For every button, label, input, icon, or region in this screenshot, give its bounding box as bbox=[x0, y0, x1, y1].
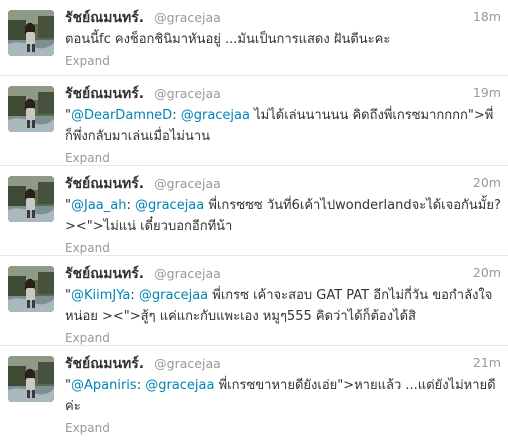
tweet-text: "@Jaa_ah: @gracejaa พี่เกรซซซ วันที่6เค้… bbox=[65, 195, 501, 237]
avatar[interactable] bbox=[8, 176, 54, 222]
tweet-header: รัชย์ณมนทร์. @gracejaa 18m bbox=[65, 8, 501, 26]
tweet-text-segment: : bbox=[130, 288, 139, 303]
tweet-text-segment: : bbox=[136, 378, 146, 393]
user-name[interactable]: รัชย์ณมนทร์. bbox=[65, 10, 144, 26]
expand-link[interactable]: Expand bbox=[65, 331, 110, 345]
tweet-text: "@DearDamneD: @gracejaa ไม่ได้เล่นนานนน … bbox=[65, 105, 501, 147]
expand-link[interactable]: Expand bbox=[65, 151, 110, 165]
tweet-content: รัชย์ณมนทร์. @gracejaa 21m "@Apaniris: @… bbox=[65, 354, 501, 436]
avatar[interactable] bbox=[8, 10, 54, 56]
mention-link[interactable]: @gracejaa bbox=[139, 288, 208, 303]
mention-link[interactable]: @KiimJYa bbox=[71, 288, 130, 303]
screen-name[interactable]: @gracejaa bbox=[154, 266, 221, 281]
timestamp[interactable]: 19m bbox=[473, 84, 501, 102]
tweet-header: รัชย์ณมนทร์. @gracejaa 20m bbox=[65, 174, 501, 192]
tweet-header: รัชย์ณมนทร์. @gracejaa 19m bbox=[65, 84, 501, 102]
screen-name[interactable]: @gracejaa bbox=[154, 10, 221, 25]
tweet-item[interactable]: รัชย์ณมนทร์. @gracejaa 20m "@Jaa_ah: @gr… bbox=[0, 166, 508, 256]
tweet-header: รัชย์ณมนทร์. @gracejaa 21m bbox=[65, 354, 501, 372]
tweet-text-segment: : bbox=[126, 198, 135, 213]
tweet-timeline: รัชย์ณมนทร์. @gracejaa 18m ตอนนี้fc คงช็… bbox=[0, 0, 508, 440]
screen-name[interactable]: @gracejaa bbox=[154, 86, 221, 101]
expand-link[interactable]: Expand bbox=[65, 54, 110, 68]
avatar[interactable] bbox=[8, 86, 54, 132]
tweet-item[interactable]: รัชย์ณมนทร์. @gracejaa 20m "@KiimJYa: @g… bbox=[0, 256, 508, 346]
tweet-content: รัชย์ณมนทร์. @gracejaa 20m "@Jaa_ah: @gr… bbox=[65, 174, 501, 256]
mention-link[interactable]: @gracejaa bbox=[135, 198, 204, 213]
tweet-text: "@Apaniris: @gracejaa พี่เกรซขาหายดียังเ… bbox=[65, 375, 501, 417]
tweet-item[interactable]: รัชย์ณมนทร์. @gracejaa 21m "@Apaniris: @… bbox=[0, 346, 508, 440]
timestamp[interactable]: 20m bbox=[473, 174, 501, 192]
user-name[interactable]: รัชย์ณมนทร์. bbox=[65, 356, 144, 372]
tweet-item[interactable]: รัชย์ณมนทร์. @gracejaa 18m ตอนนี้fc คงช็… bbox=[0, 0, 508, 76]
screen-name[interactable]: @gracejaa bbox=[154, 176, 221, 191]
tweet-header: รัชย์ณมนทร์. @gracejaa 20m bbox=[65, 264, 501, 282]
user-name[interactable]: รัชย์ณมนทร์. bbox=[65, 266, 144, 282]
timestamp[interactable]: 18m bbox=[473, 8, 501, 26]
tweet-content: รัชย์ณมนทร์. @gracejaa 19m "@DearDamneD:… bbox=[65, 84, 501, 166]
tweet-content: รัชย์ณมนทร์. @gracejaa 18m ตอนนี้fc คงช็… bbox=[65, 8, 501, 69]
expand-link[interactable]: Expand bbox=[65, 241, 110, 255]
mention-link[interactable]: @gracejaa bbox=[181, 108, 250, 123]
tweet-text: "@KiimJYa: @gracejaa พี่เกรซ เค้าจะสอบ G… bbox=[65, 285, 501, 327]
user-name[interactable]: รัชย์ณมนทร์. bbox=[65, 176, 144, 192]
mention-link[interactable]: @Jaa_ah bbox=[71, 198, 126, 213]
timestamp[interactable]: 20m bbox=[473, 264, 501, 282]
screen-name[interactable]: @gracejaa bbox=[154, 356, 221, 371]
avatar[interactable] bbox=[8, 356, 54, 402]
expand-link[interactable]: Expand bbox=[65, 421, 110, 435]
user-name[interactable]: รัชย์ณมนทร์. bbox=[65, 86, 144, 102]
tweet-item[interactable]: รัชย์ณมนทร์. @gracejaa 19m "@DearDamneD:… bbox=[0, 76, 508, 166]
mention-link[interactable]: @gracejaa bbox=[145, 378, 214, 393]
tweet-text-segment: ตอนนี้fc คงช็อกชินิมาหันอยู่ ...มันเป็นก… bbox=[65, 32, 391, 47]
mention-link[interactable]: @Apaniris bbox=[71, 378, 137, 393]
tweet-text: ตอนนี้fc คงช็อกชินิมาหันอยู่ ...มันเป็นก… bbox=[65, 29, 501, 50]
tweet-content: รัชย์ณมนทร์. @gracejaa 20m "@KiimJYa: @g… bbox=[65, 264, 501, 346]
avatar[interactable] bbox=[8, 266, 54, 312]
timestamp[interactable]: 21m bbox=[473, 354, 501, 372]
mention-link[interactable]: @DearDamneD bbox=[71, 108, 172, 123]
tweet-text-segment: : bbox=[172, 108, 181, 123]
